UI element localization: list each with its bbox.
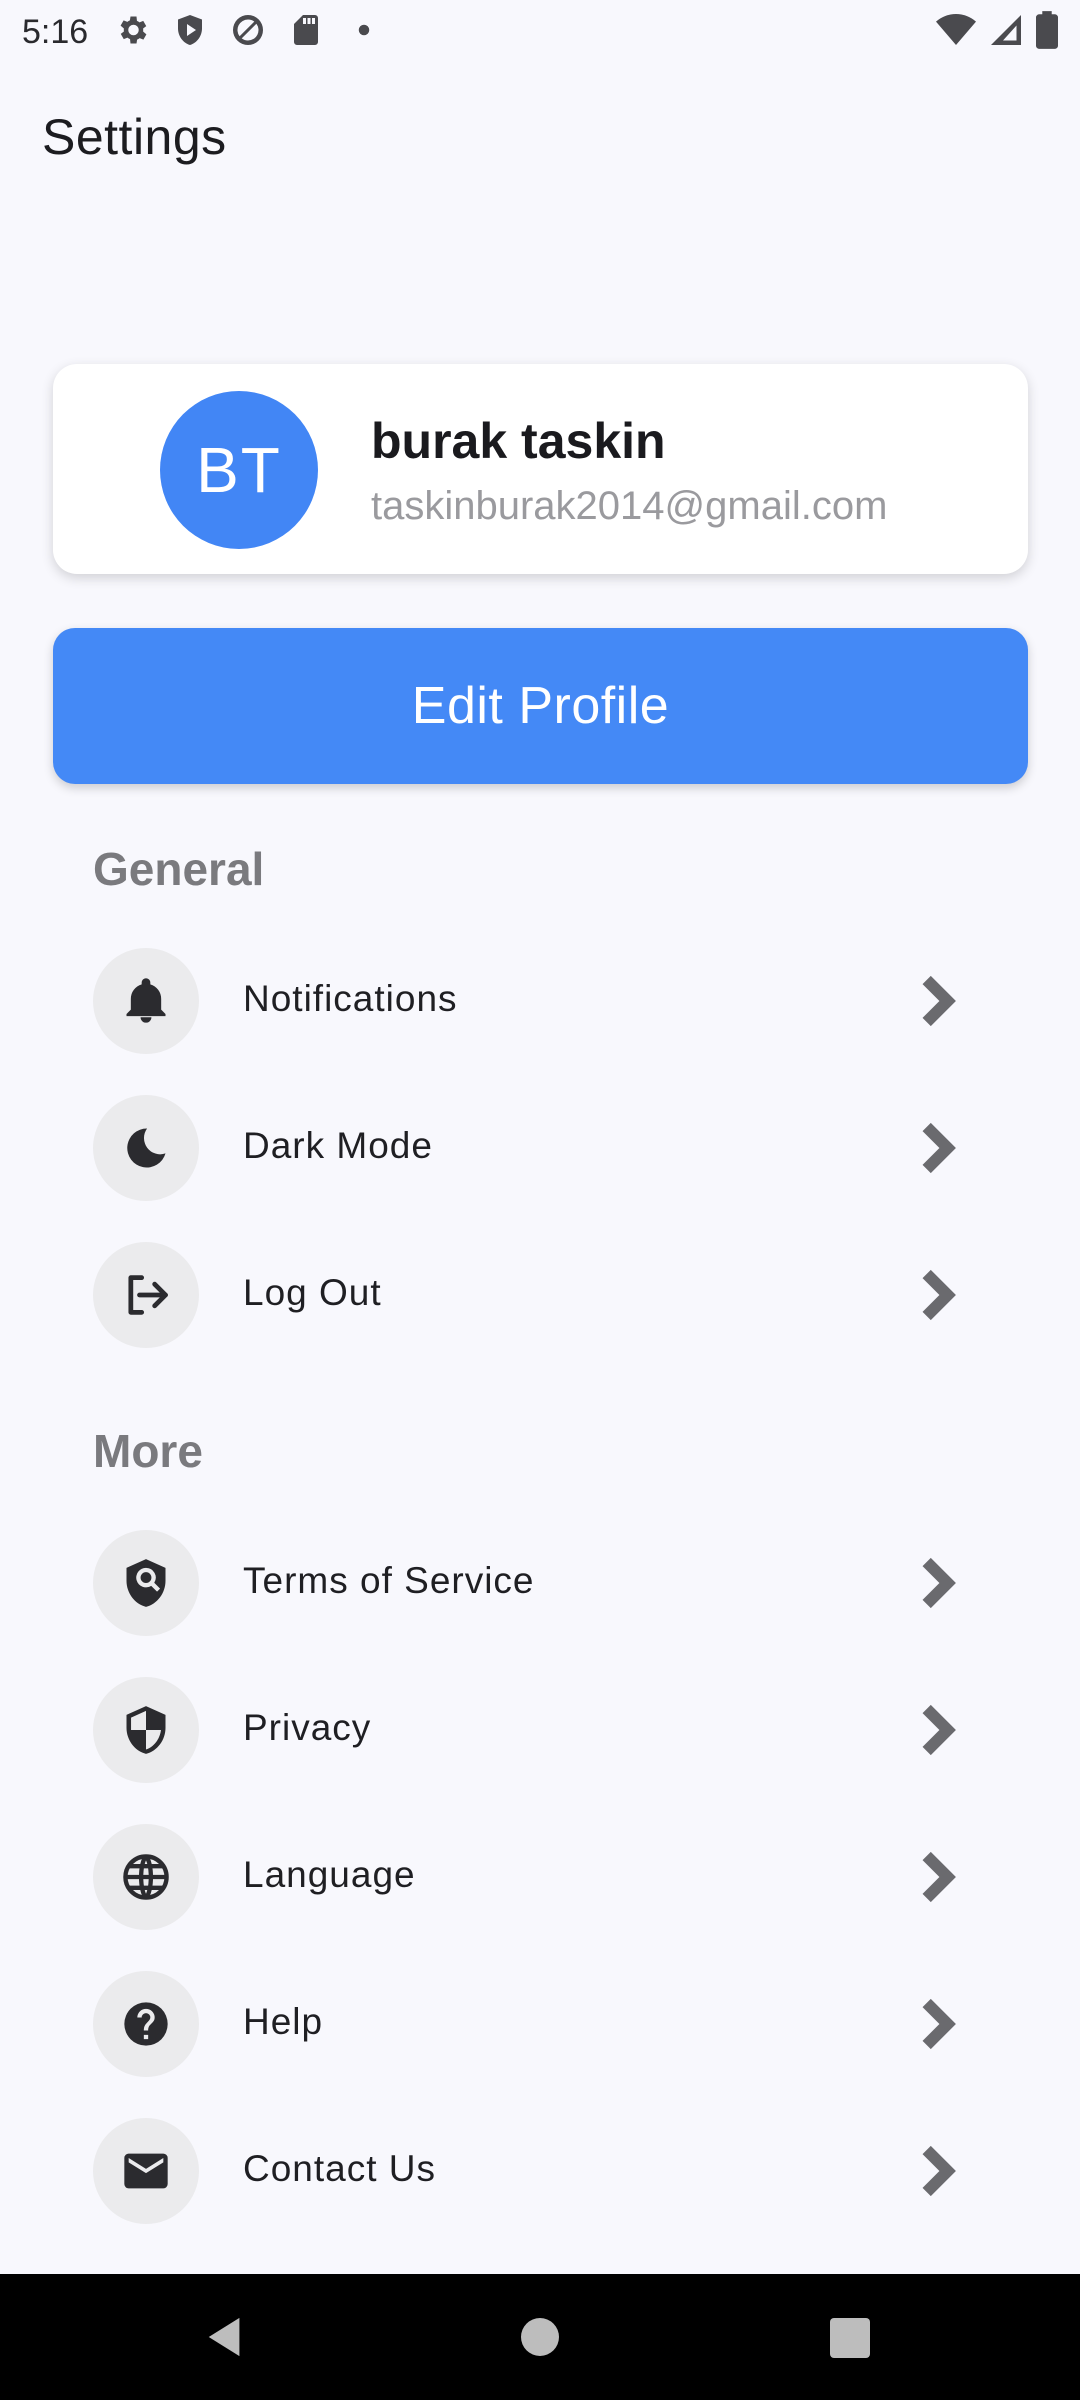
section-title-more: More — [93, 1425, 203, 1477]
help-icon — [93, 1971, 199, 2077]
chevron-right-icon — [908, 1555, 964, 1611]
row-label: Privacy — [243, 1707, 372, 1748]
status-bar: 5:16 — [0, 0, 1080, 64]
page-title: Settings — [42, 109, 227, 165]
battery-icon — [1036, 10, 1058, 55]
section-title-general: General — [93, 843, 265, 895]
row-label: Contact Us — [243, 2148, 437, 2189]
settings-row-log-out[interactable]: Log Out — [93, 1242, 973, 1352]
row-label: Log Out — [243, 1272, 382, 1313]
row-label: Notifications — [243, 978, 458, 1019]
chevron-right-icon — [908, 1267, 964, 1323]
row-label: Language — [243, 1854, 416, 1895]
shield-half-icon — [93, 1677, 199, 1783]
profile-email: taskinburak2014@gmail.com — [371, 484, 888, 528]
chevron-right-icon — [908, 2143, 964, 2199]
bell-icon — [93, 948, 199, 1054]
settings-row-notifications[interactable]: Notifications — [93, 948, 973, 1058]
dot-icon — [346, 12, 382, 53]
edit-profile-button[interactable]: Edit Profile — [53, 628, 1028, 784]
chevron-right-icon — [908, 1996, 964, 2052]
chevron-right-icon — [908, 973, 964, 1029]
settings-row-contact-us[interactable]: Contact Us — [93, 2118, 973, 2228]
shield-search-icon — [93, 1530, 199, 1636]
no-entry-icon — [230, 12, 266, 53]
settings-row-dark-mode[interactable]: Dark Mode — [93, 1095, 973, 1205]
shield-play-icon — [172, 12, 208, 53]
chevron-right-icon — [908, 1120, 964, 1176]
mail-icon — [93, 2118, 199, 2224]
row-label: Terms of Service — [243, 1560, 535, 1601]
status-system-icons — [936, 10, 1058, 55]
moon-icon — [93, 1095, 199, 1201]
back-icon[interactable] — [203, 2314, 249, 2360]
sd-card-icon — [288, 12, 324, 53]
gear-icon — [114, 12, 150, 53]
chevron-right-icon — [908, 1849, 964, 1905]
settings-row-terms-of-service[interactable]: Terms of Service — [93, 1530, 973, 1640]
settings-row-language[interactable]: Language — [93, 1824, 973, 1934]
settings-row-privacy[interactable]: Privacy — [93, 1677, 973, 1787]
recent-apps-icon[interactable] — [830, 2318, 870, 2358]
row-label: Dark Mode — [243, 1125, 433, 1166]
status-time: 5:16 — [22, 12, 89, 51]
home-icon[interactable] — [521, 2318, 559, 2356]
system-nav-bar — [0, 2274, 1080, 2400]
globe-icon — [93, 1824, 199, 1930]
avatar: BT — [160, 391, 318, 549]
wifi-icon — [936, 10, 976, 55]
profile-name: burak taskin — [371, 413, 666, 469]
logout-icon — [93, 1242, 199, 1348]
status-notification-icons — [114, 12, 382, 53]
cell-signal-icon — [988, 10, 1024, 55]
settings-row-help[interactable]: Help — [93, 1971, 973, 2081]
chevron-right-icon — [908, 1702, 964, 1758]
row-label: Help — [243, 2001, 324, 2042]
profile-card: BT burak taskin taskinburak2014@gmail.co… — [53, 364, 1028, 574]
